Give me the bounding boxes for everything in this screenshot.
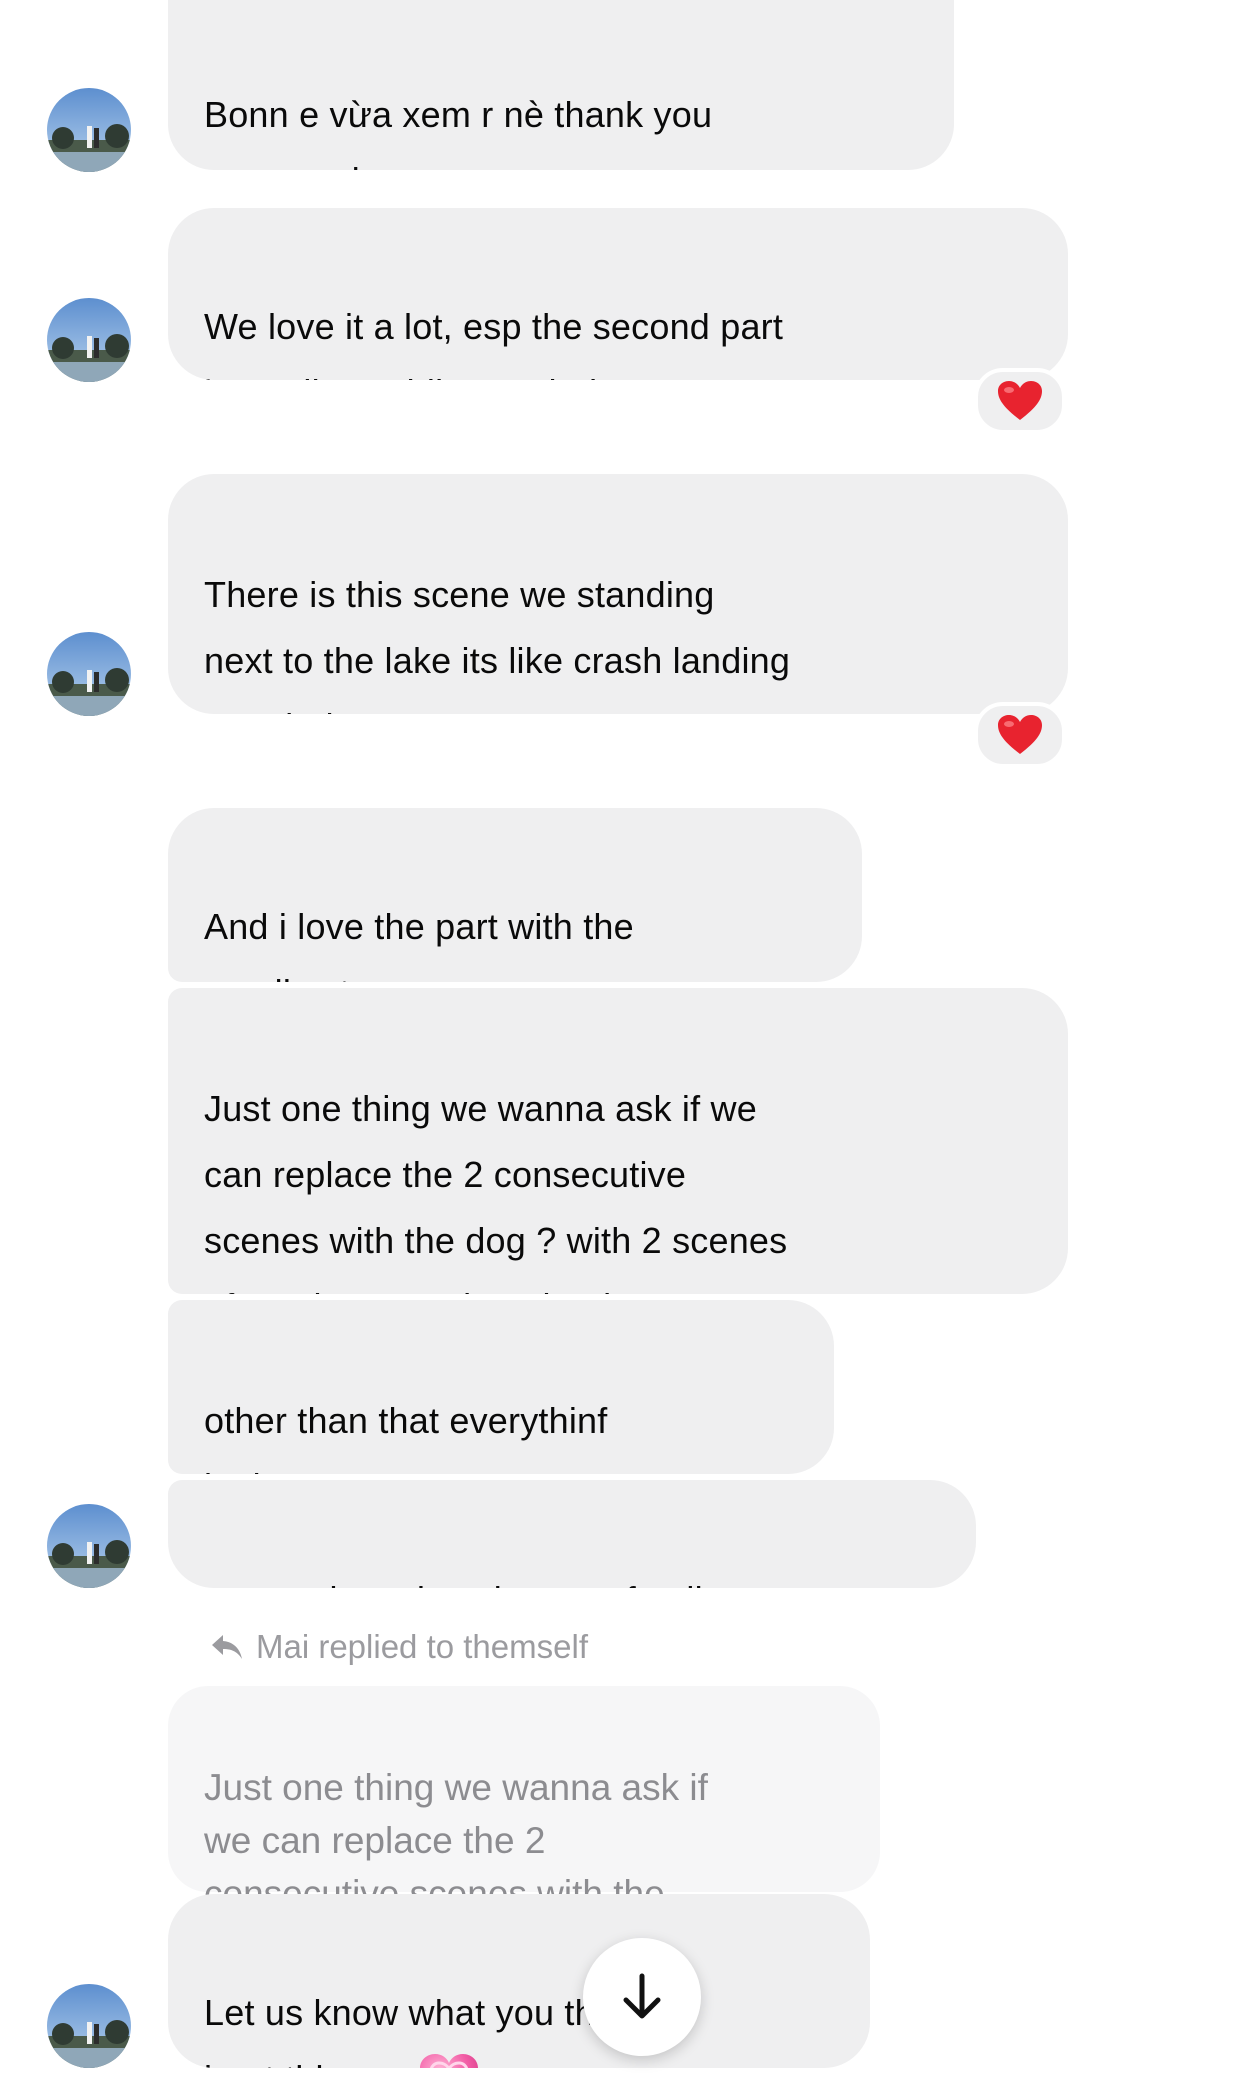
message-bubble[interactable]: And i love the part with the candles too <box>168 808 862 982</box>
message-text: other than that everythinf looks awesome <box>204 1400 608 1474</box>
reaction-badge[interactable] <box>974 368 1066 434</box>
avatar[interactable] <box>47 1984 131 2068</box>
reply-quote[interactable]: Just one thing we wanna ask if we can re… <box>168 1686 880 1914</box>
message-text: Just one thing we wanna ask if we can re… <box>204 1088 788 1294</box>
message-text: Bonn e vừa xem r nè thank you very much <box>204 94 713 170</box>
avatar[interactable] <box>47 632 131 716</box>
message-text: We love it a lot, esp the second part it… <box>204 306 784 380</box>
scroll-to-bottom-button[interactable] <box>583 1938 701 2056</box>
arrow-down-icon <box>623 1973 661 2019</box>
avatar-photo <box>47 632 131 716</box>
avatar-photo <box>47 298 131 382</box>
heart-icon <box>998 715 1042 754</box>
message-bubble[interactable]: Bonn e vừa xem r nè thank you very much <box>168 0 954 170</box>
message-bubble[interactable]: cant wait to show it to our family <box>168 1480 976 1588</box>
avatar[interactable] <box>47 1504 131 1588</box>
reply-arrow-icon <box>212 1635 242 1659</box>
message-bubble[interactable]: other than that everythinf looks awesome <box>168 1300 834 1474</box>
avatar[interactable] <box>47 298 131 382</box>
avatar-photo <box>47 1504 131 1588</box>
message-text: There is this scene we standing next to … <box>204 574 791 714</box>
avatar-photo <box>47 1984 131 2068</box>
avatar-photo <box>47 88 131 172</box>
reply-quote-text: Just one thing we wanna ask if we can re… <box>204 1767 708 1914</box>
message-text: And i love the part with the candles too <box>204 906 634 982</box>
reply-indicator: Mai replied to themself <box>210 1628 588 1666</box>
message-bubble[interactable]: Let us know what you think bout this <box>168 1894 870 2068</box>
growing-heart-emoji <box>418 1986 480 2068</box>
growing-heart-icon <box>420 2054 478 2068</box>
message-bubble[interactable]: Just one thing we wanna ask if we can re… <box>168 988 1068 1294</box>
avatar[interactable] <box>47 88 131 172</box>
message-bubble[interactable]: We love it a lot, esp the second part it… <box>168 208 1068 380</box>
chat-screen: Bonn e vừa xem r nè thank you very much … <box>0 0 1233 2088</box>
message-bubble[interactable]: There is this scene we standing next to … <box>168 474 1068 714</box>
message-text: cant wait to show it to our family <box>204 1579 721 1588</box>
heart-icon <box>998 381 1042 420</box>
reply-label-text: Mai replied to themself <box>256 1628 588 1665</box>
reaction-badge[interactable] <box>974 702 1066 768</box>
